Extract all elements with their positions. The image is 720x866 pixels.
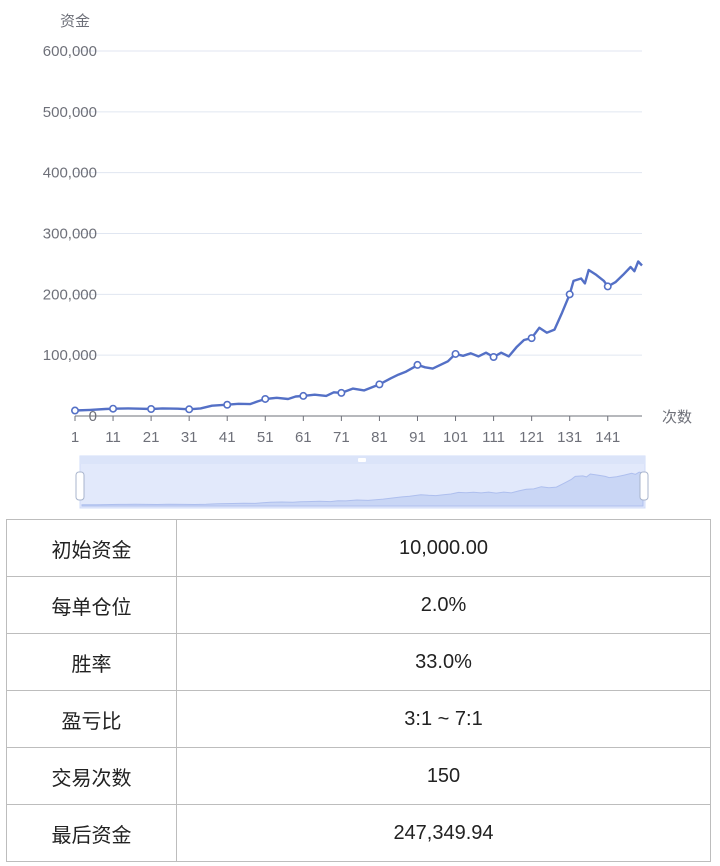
x-tick-label: 71	[333, 429, 350, 446]
y-axis-name: 资金	[60, 13, 90, 30]
series-markers	[71, 282, 612, 415]
x-tick-label: 111	[482, 429, 505, 446]
param-value: 3:1 ~ 7:1	[176, 690, 711, 748]
data-point-marker[interactable]	[375, 380, 384, 389]
param-label: 初始资金	[6, 519, 177, 577]
x-tick-label: 21	[143, 429, 160, 446]
param-value: 150	[176, 747, 711, 805]
param-value: 247,349.94	[176, 804, 711, 862]
equity-line	[74, 260, 643, 412]
equity-chart: 资金 次数 0100,000200,000300,000400,000500,0…	[43, 13, 692, 509]
x-tick-label: 91	[409, 429, 426, 446]
slider-handle-right[interactable]	[639, 471, 649, 501]
x-tick-label: 51	[257, 429, 274, 446]
param-value: 33.0%	[176, 633, 711, 691]
params-row: 每单仓位 2.0%	[6, 576, 711, 634]
data-point-marker[interactable]	[223, 400, 232, 409]
slider-drag-grip[interactable]	[358, 458, 366, 462]
x-tick-label: 31	[181, 429, 198, 446]
x-tick-label: 41	[219, 429, 236, 446]
x-axis: 1 11 21 31 41 51 61 71 81 91 101 111 121 131 141	[71, 415, 642, 446]
data-point-marker[interactable]	[413, 360, 422, 369]
x-tick-label: 141	[595, 429, 620, 446]
series-line	[74, 260, 643, 412]
data-point-marker[interactable]	[451, 349, 460, 358]
params-row: 初始资金 10,000.00	[6, 519, 711, 577]
param-label: 最后资金	[6, 804, 177, 862]
y-tick-label: 600,000	[43, 43, 97, 60]
data-point-marker[interactable]	[147, 405, 156, 414]
param-label: 交易次数	[6, 747, 177, 805]
y-tick-label: 100,000	[43, 347, 97, 364]
params-row: 最后资金 247,349.94	[6, 804, 711, 862]
x-tick-label: 81	[371, 429, 388, 446]
data-point-marker[interactable]	[527, 334, 536, 343]
y-tick-label: 400,000	[43, 165, 97, 182]
data-point-marker[interactable]	[603, 282, 612, 291]
data-point-marker[interactable]	[261, 394, 270, 403]
y-axis-ticks: 0100,000200,000300,000400,000500,000600,…	[43, 43, 97, 425]
param-label: 每单仓位	[6, 576, 177, 634]
grid-lines	[75, 50, 642, 356]
param-value: 2.0%	[176, 576, 711, 634]
y-tick-label: 300,000	[43, 226, 97, 243]
x-tick-label: 121	[519, 429, 544, 446]
x-tick-label: 1	[71, 429, 79, 446]
param-label: 胜率	[6, 633, 177, 691]
data-point-marker[interactable]	[185, 405, 194, 414]
param-label: 盈亏比	[6, 690, 177, 748]
data-point-marker[interactable]	[109, 404, 118, 413]
y-tick-label: 200,000	[43, 286, 97, 303]
data-point-marker[interactable]	[337, 388, 346, 397]
slider-handle-left[interactable]	[75, 471, 85, 501]
data-zoom-slider[interactable]	[75, 455, 649, 509]
x-tick-label: 131	[557, 429, 582, 446]
params-table: 初始资金 10,000.00 每单仓位 2.0% 胜率 33.0% 盈亏比 3:1 ~ 7:1…	[6, 519, 711, 862]
params-row: 胜率 33.0%	[6, 633, 711, 691]
x-axis-name: 次数	[662, 409, 692, 426]
x-tick-label: 101	[443, 429, 468, 446]
data-point-marker[interactable]	[71, 406, 80, 415]
param-value: 10,000.00	[176, 519, 711, 577]
params-row: 盈亏比 3:1 ~ 7:1	[6, 690, 711, 748]
data-point-marker[interactable]	[489, 352, 498, 361]
data-point-marker[interactable]	[299, 391, 308, 400]
y-tick-label: 500,000	[43, 104, 97, 121]
data-point-marker[interactable]	[565, 290, 574, 299]
x-tick-label: 11	[105, 429, 121, 446]
x-tick-label: 61	[295, 429, 312, 446]
params-row: 交易次数 150	[6, 747, 711, 805]
